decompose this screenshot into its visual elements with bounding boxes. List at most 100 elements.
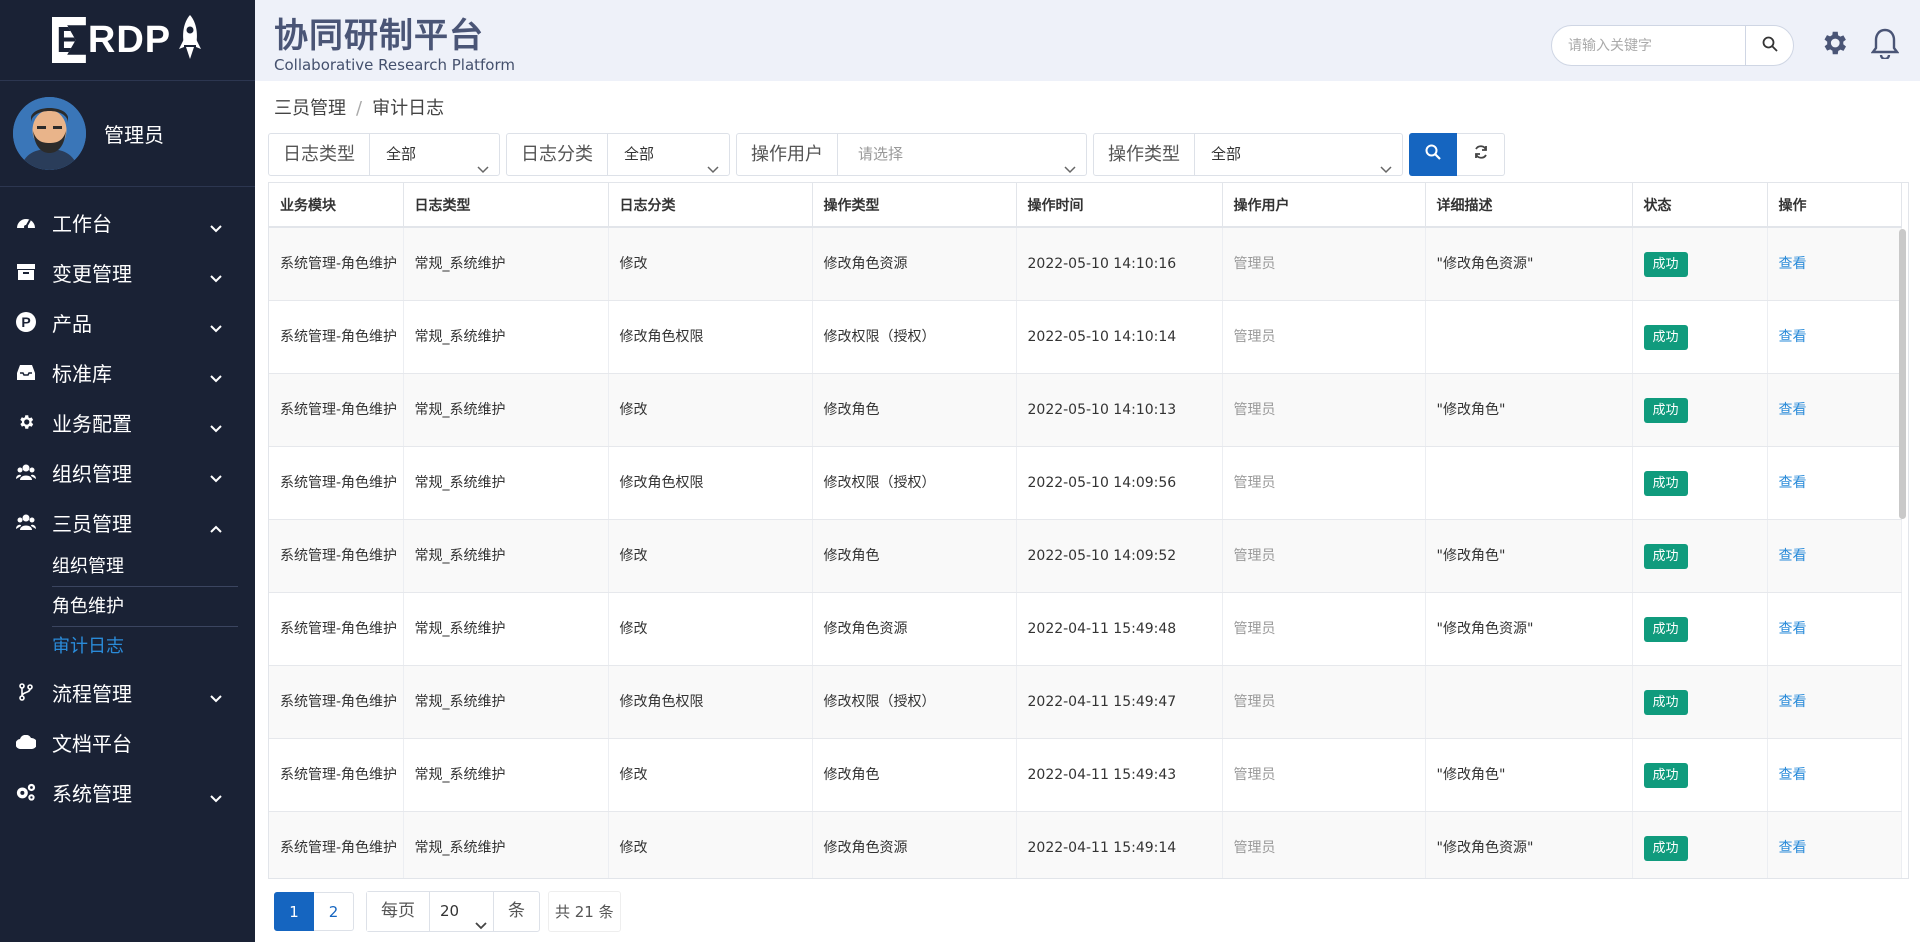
sidebar-item-workbench[interactable]: 工作台 — [0, 197, 255, 247]
settings-button[interactable] — [1817, 28, 1851, 62]
logo-letter: E — [51, 17, 86, 63]
chevron-down-icon — [210, 314, 222, 338]
operator-select[interactable]: 请选择 — [838, 134, 1086, 175]
view-link[interactable]: 查看 — [1779, 840, 1807, 856]
column-header[interactable]: 操作用户 — [1222, 183, 1426, 228]
sidebar-item-label: 流程管理 — [52, 681, 132, 706]
view-link[interactable]: 查看 — [1779, 329, 1807, 345]
cell-log-category: 修改角色权限 — [608, 446, 813, 520]
filter-op-type: 操作类型 全部 — [1093, 132, 1403, 176]
sidebar-subitem-role-maintenance[interactable]: 角色维护 — [52, 587, 238, 627]
cell-op-time: 2022-05-10 14:10:13 — [1016, 373, 1223, 447]
avatar[interactable] — [13, 97, 86, 170]
view-link[interactable]: 查看 — [1779, 475, 1807, 491]
cell-op-type: 修改角色资源 — [812, 811, 1017, 878]
sidebar: E RDP 管理员 工作台 变更管理 P 产品 标准库 业务配置 组织管理 三员… — [0, 0, 255, 942]
sidebar-item-three-admin[interactable]: 三员管理 — [0, 497, 255, 547]
cell-description: "修改角色" — [1425, 738, 1633, 812]
search-input[interactable] — [1552, 26, 1745, 65]
cell-description — [1425, 300, 1633, 374]
cell-log-category: 修改角色权限 — [608, 665, 813, 739]
chevron-down-icon — [210, 414, 222, 438]
column-header[interactable]: 业务模块 — [269, 183, 404, 228]
sidebar-subitem-audit-log[interactable]: 审计日志 — [52, 627, 238, 667]
sidebar-item-org-mgmt[interactable]: 组织管理 — [0, 447, 255, 497]
cell-operator: 管理员 — [1222, 300, 1426, 374]
column-header[interactable]: 状态 — [1632, 183, 1768, 228]
column-header[interactable]: 操作时间 — [1016, 183, 1223, 228]
sidebar-item-standard-lib[interactable]: 标准库 — [0, 347, 255, 397]
logo[interactable]: E RDP — [0, 0, 255, 81]
column-header[interactable]: 详细描述 — [1425, 183, 1633, 228]
sidebar-item-label: 系统管理 — [52, 781, 132, 806]
cell-op-type: 修改角色资源 — [812, 227, 1017, 301]
log-type-select[interactable]: 全部 — [370, 134, 499, 175]
cell-log-category: 修改 — [608, 519, 813, 593]
rocket-icon — [177, 13, 203, 67]
op-type-select[interactable]: 全部 — [1195, 134, 1402, 175]
filter-operator: 操作用户 请选择 — [736, 132, 1087, 176]
cell-module: 系统管理-角色维护 — [269, 300, 404, 374]
log-category-select[interactable]: 全部 — [608, 134, 729, 175]
filter-search-button[interactable] — [1409, 132, 1457, 176]
cell-op-type: 修改角色 — [812, 519, 1017, 593]
sidebar-item-label: 文档平台 — [52, 731, 132, 756]
view-link[interactable]: 查看 — [1779, 621, 1807, 637]
column-header[interactable]: 日志分类 — [608, 183, 813, 228]
cell-op-time: 2022-05-10 14:10:14 — [1016, 300, 1223, 374]
sidebar-subitem-org-mgmt[interactable]: 组织管理 — [52, 547, 238, 587]
per-page-label: 每页 — [367, 892, 430, 931]
cell-log-type: 常规_系统维护 — [403, 227, 609, 301]
vertical-scrollbar[interactable] — [1899, 229, 1906, 519]
sidebar-item-label: 三员管理 — [52, 511, 132, 536]
column-header[interactable]: 操作类型 — [812, 183, 1017, 228]
cell-module: 系统管理-角色维护 — [269, 738, 404, 812]
page-button-2[interactable]: 2 — [314, 892, 354, 931]
sidebar-item-business-config[interactable]: 业务配置 — [0, 397, 255, 447]
sidebar-item-product[interactable]: P 产品 — [0, 297, 255, 347]
view-link[interactable]: 查看 — [1779, 402, 1807, 418]
cell-log-category: 修改 — [608, 373, 813, 447]
svg-text:P: P — [21, 314, 30, 330]
table-row: 系统管理-角色维护 常规_系统维护 修改角色权限 修改权限（授权） 2022-05-10… — [269, 446, 1902, 520]
cell-status: 成功 — [1632, 373, 1768, 447]
sidebar-item-doc-platform[interactable]: 文档平台 — [0, 717, 255, 767]
column-header[interactable]: 日志类型 — [403, 183, 609, 228]
sidebar-item-workflow[interactable]: 流程管理 — [0, 667, 255, 717]
status-badge: 成功 — [1643, 616, 1688, 642]
logo-text: RDP — [87, 18, 172, 61]
submenu-three-admin: 组织管理 角色维护 审计日志 — [0, 547, 255, 667]
chevron-down-icon — [210, 264, 222, 288]
page-button-1[interactable]: 1 — [274, 892, 314, 931]
cell-log-category: 修改角色权限 — [608, 300, 813, 374]
cell-operator: 管理员 — [1222, 738, 1426, 812]
table-row: 系统管理-角色维护 常规_系统维护 修改 修改角色资源 2022-05-10 14:10… — [269, 227, 1902, 301]
sidebar-menu: 工作台 变更管理 P 产品 标准库 业务配置 组织管理 三员管理 — [0, 197, 255, 547]
table-row: 系统管理-角色维护 常规_系统维护 修改角色权限 修改权限（授权） 2022-05-10… — [269, 300, 1902, 374]
view-link[interactable]: 查看 — [1779, 256, 1807, 272]
column-header[interactable]: 操作 — [1767, 183, 1902, 228]
view-link[interactable]: 查看 — [1779, 767, 1807, 783]
refresh-button[interactable] — [1457, 132, 1505, 176]
gear-icon — [1819, 28, 1849, 62]
per-page-select[interactable]: 20 — [430, 892, 494, 931]
sidebar-item-change-mgmt[interactable]: 变更管理 — [0, 247, 255, 297]
cell-status: 成功 — [1632, 738, 1768, 812]
breadcrumb-parent[interactable]: 三员管理 — [274, 98, 346, 119]
view-link[interactable]: 查看 — [1779, 548, 1807, 564]
cell-operator: 管理员 — [1222, 373, 1426, 447]
table-row: 系统管理-角色维护 常规_系统维护 修改 修改角色资源 2022-04-11 15:49… — [269, 811, 1902, 878]
select-placeholder: 请选择 — [858, 144, 904, 163]
cell-op-type: 修改权限（授权） — [812, 300, 1017, 374]
user-name: 管理员 — [104, 123, 164, 147]
chevron-up-icon — [210, 514, 222, 538]
status-badge: 成功 — [1643, 324, 1688, 350]
cell-description — [1425, 446, 1633, 520]
search-button[interactable] — [1745, 26, 1793, 65]
per-page-group: 每页 20 条 — [366, 891, 540, 932]
cell-op-time: 2022-04-11 15:49:43 — [1016, 738, 1223, 812]
view-link[interactable]: 查看 — [1779, 694, 1807, 710]
select-value: 全部 — [1211, 144, 1242, 163]
sidebar-item-system-mgmt[interactable]: 系统管理 — [0, 767, 255, 817]
notifications-button[interactable] — [1868, 28, 1902, 62]
